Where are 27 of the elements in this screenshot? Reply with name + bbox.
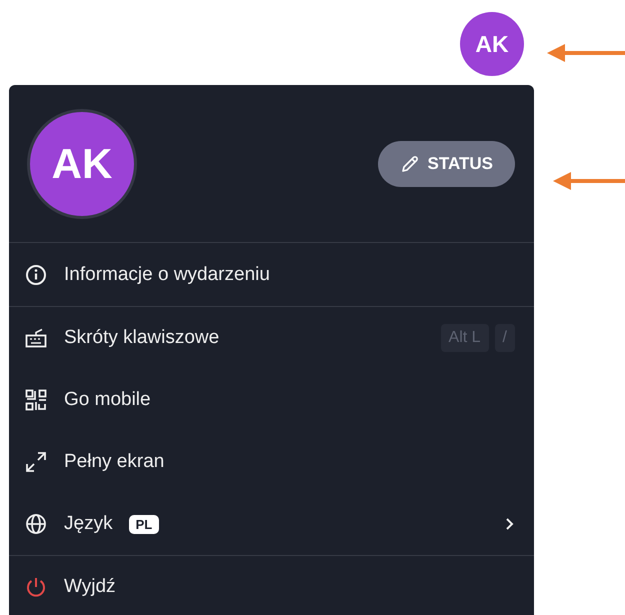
pencil-icon xyxy=(400,154,420,174)
menu-item[interactable]: Informacje o wydarzeniu xyxy=(9,243,534,306)
menu-item[interactable]: Pełny ekran xyxy=(9,431,534,493)
user-avatar[interactable]: AK xyxy=(460,12,524,76)
user-avatar: AK xyxy=(27,108,137,218)
status-button[interactable]: STATUS xyxy=(378,140,515,186)
menu-item[interactable]: Język PL xyxy=(9,493,534,555)
menu-item-label: Wyjdź xyxy=(64,576,116,598)
globe-icon xyxy=(25,513,47,535)
menu-item-label: Język xyxy=(64,513,113,535)
menu-item-label: Pełny ekran xyxy=(64,451,164,473)
shortcut-key: Alt L xyxy=(440,324,489,352)
language-badge: PL xyxy=(128,514,160,534)
power-icon xyxy=(25,576,47,598)
info-icon xyxy=(25,264,47,286)
arrow-icon xyxy=(553,171,625,191)
expand-icon xyxy=(25,451,47,473)
menu-item-label: Skróty klawiszowe xyxy=(64,327,220,349)
shortcut-key: / xyxy=(494,324,515,352)
menu-item[interactable]: Wyjdź xyxy=(9,556,534,615)
menu-item[interactable]: Skróty klawiszowe Alt L / xyxy=(9,307,534,369)
qr-code-icon xyxy=(25,389,47,411)
menu-item-label: Go mobile xyxy=(64,389,151,411)
keyboard-icon xyxy=(25,327,47,349)
menu-item-label: Informacje o wydarzeniu xyxy=(64,264,270,286)
arrow-icon xyxy=(547,43,625,63)
menu-item[interactable]: Go mobile xyxy=(9,369,534,431)
